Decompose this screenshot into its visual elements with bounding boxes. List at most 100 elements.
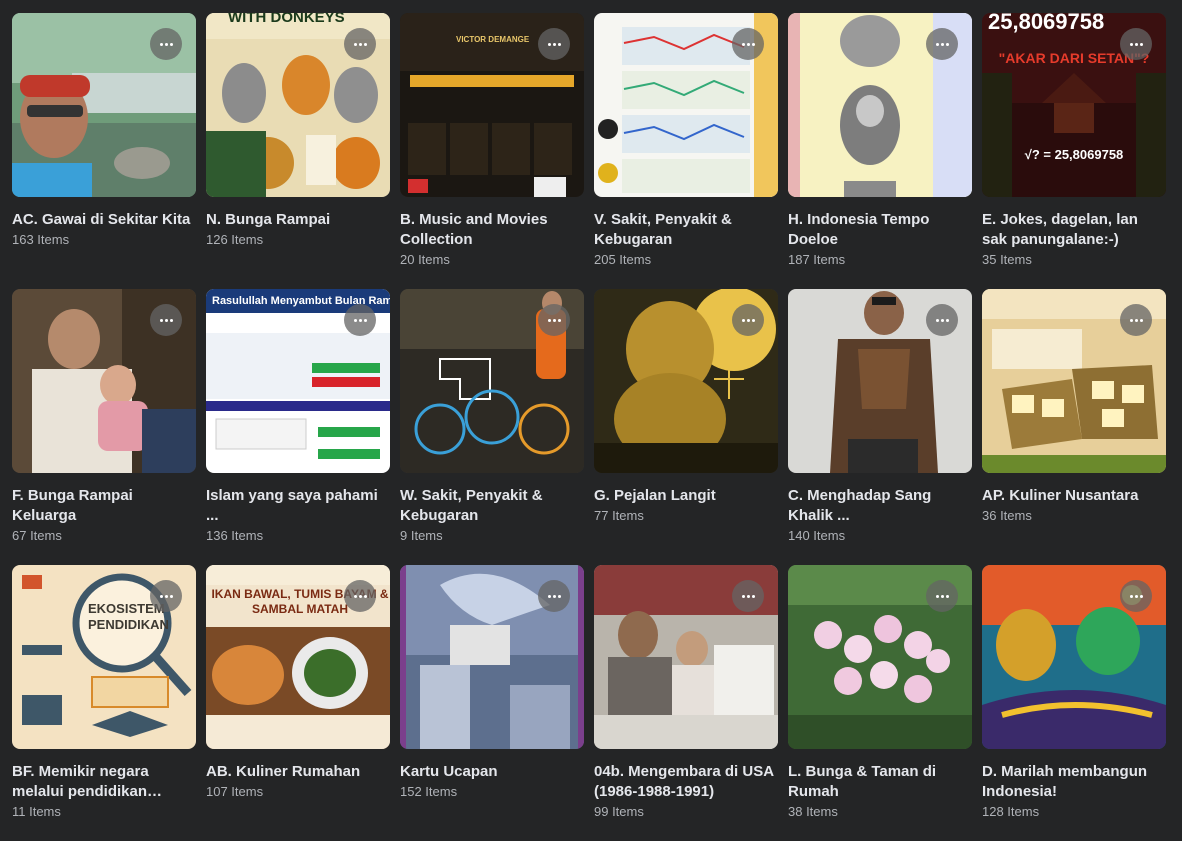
more-horizontal-icon (159, 594, 173, 598)
more-options-button[interactable] (344, 28, 376, 60)
album-item-count: 187 Items (788, 252, 846, 267)
album-title[interactable]: BF. Memikir negara melalui pendidikan na… (12, 762, 196, 802)
album-thumbnail[interactable] (594, 13, 778, 197)
more-options-button[interactable] (926, 580, 958, 612)
album-card[interactable]: AP. Kuliner Nusantara 36 Items (982, 289, 1166, 565)
album-item-count: 205 Items (594, 252, 652, 267)
album-thumbnail[interactable]: IKAN BAWAL, TUMIS BAYAM & SAMBAL MATAH (206, 565, 390, 749)
more-options-button[interactable] (1120, 28, 1152, 60)
album-title[interactable]: E. Jokes, dagelan, lan sak panungalane:-… (982, 210, 1166, 250)
album-card[interactable]: IKAN BAWAL, TUMIS BAYAM & SAMBAL MATAH A… (206, 565, 390, 841)
album-title[interactable]: Islam yang saya pahami ... (206, 486, 390, 526)
more-options-button[interactable] (538, 304, 570, 336)
album-item-count: 136 Items (206, 528, 264, 543)
more-options-button[interactable] (150, 580, 182, 612)
album-title[interactable]: C. Menghadap Sang Khalik ... (788, 486, 972, 526)
album-thumbnail[interactable] (400, 289, 584, 473)
more-options-button[interactable] (926, 28, 958, 60)
svg-text:√? = 25,8069758: √? = 25,8069758 (1025, 147, 1124, 162)
album-thumbnail[interactable] (12, 289, 196, 473)
album-thumbnail[interactable] (982, 565, 1166, 749)
more-horizontal-icon (741, 42, 755, 46)
album-title[interactable]: L. Bunga & Taman di Rumah (788, 762, 972, 802)
more-horizontal-icon (741, 594, 755, 598)
album-card[interactable]: EKOSISTEM PENDIDIKAN BF. Memikir negara … (12, 565, 196, 841)
album-thumbnail[interactable] (788, 13, 972, 197)
album-item-count: 20 Items (400, 252, 450, 267)
album-card[interactable]: Rasulullah Menyambut Bulan Ramadhan Isla… (206, 289, 390, 565)
album-thumbnail[interactable]: VICTOR DEMANGE (400, 13, 584, 197)
album-title[interactable]: F. Bunga Rampai Keluarga (12, 486, 196, 526)
album-thumbnail[interactable] (788, 289, 972, 473)
album-title[interactable]: V. Sakit, Penyakit & Kebugaran (594, 210, 778, 250)
album-item-count: 38 Items (788, 804, 838, 819)
album-title[interactable]: B. Music and Movies Collection (400, 210, 584, 250)
album-card[interactable]: VICTOR DEMANGE B. Music and Movies Colle… (400, 13, 584, 289)
more-options-button[interactable] (732, 304, 764, 336)
more-horizontal-icon (1129, 594, 1143, 598)
album-card[interactable]: L. Bunga & Taman di Rumah 38 Items (788, 565, 972, 841)
more-options-button[interactable] (344, 580, 376, 612)
album-grid: AC. Gawai di Sekitar Kita 163 Items WITH… (12, 13, 1182, 841)
more-horizontal-icon (935, 594, 949, 598)
more-options-button[interactable] (150, 304, 182, 336)
album-title[interactable]: G. Pejalan Langit (594, 486, 778, 506)
album-title[interactable]: AP. Kuliner Nusantara (982, 486, 1166, 506)
album-title[interactable]: 04b. Mengembara di USA (1986-1988-1991) (594, 762, 778, 802)
album-item-count: 67 Items (12, 528, 62, 543)
album-card[interactable]: Kartu Ucapan 152 Items (400, 565, 584, 841)
more-horizontal-icon (741, 318, 755, 322)
more-options-button[interactable] (344, 304, 376, 336)
more-horizontal-icon (159, 42, 173, 46)
album-title[interactable]: AC. Gawai di Sekitar Kita (12, 210, 196, 230)
more-options-button[interactable] (926, 304, 958, 336)
album-thumbnail[interactable] (594, 289, 778, 473)
album-title[interactable]: N. Bunga Rampai (206, 210, 390, 230)
album-thumbnail[interactable] (400, 565, 584, 749)
album-thumbnail[interactable] (982, 289, 1166, 473)
album-card[interactable]: F. Bunga Rampai Keluarga 67 Items (12, 289, 196, 565)
more-horizontal-icon (547, 318, 561, 322)
album-item-count: 99 Items (594, 804, 644, 819)
album-thumbnail[interactable]: Rasulullah Menyambut Bulan Ramadhan (206, 289, 390, 473)
album-thumbnail[interactable]: WITH DONKEYS (206, 13, 390, 197)
album-item-count: 9 Items (400, 528, 443, 543)
album-card[interactable]: W. Sakit, Penyakit & Kebugaran 9 Items (400, 289, 584, 565)
album-item-count: 35 Items (982, 252, 1032, 267)
more-options-button[interactable] (538, 28, 570, 60)
more-options-button[interactable] (732, 580, 764, 612)
album-card[interactable]: H. Indonesia Tempo Doeloe 187 Items (788, 13, 972, 289)
album-title[interactable]: W. Sakit, Penyakit & Kebugaran (400, 486, 584, 526)
more-options-button[interactable] (1120, 304, 1152, 336)
more-horizontal-icon (159, 318, 173, 322)
album-card[interactable]: 04b. Mengembara di USA (1986-1988-1991) … (594, 565, 778, 841)
album-card[interactable]: V. Sakit, Penyakit & Kebugaran 205 Items (594, 13, 778, 289)
more-options-button[interactable] (732, 28, 764, 60)
album-title[interactable]: Kartu Ucapan (400, 762, 584, 782)
album-item-count: 77 Items (594, 508, 644, 523)
album-thumbnail[interactable] (788, 565, 972, 749)
album-item-count: 128 Items (982, 804, 1040, 819)
more-options-button[interactable] (1120, 580, 1152, 612)
album-card[interactable]: D. Marilah membangun Indonesia! 128 Item… (982, 565, 1166, 841)
album-thumbnail[interactable] (594, 565, 778, 749)
album-item-count: 140 Items (788, 528, 846, 543)
more-options-button[interactable] (538, 580, 570, 612)
album-title[interactable]: H. Indonesia Tempo Doeloe (788, 210, 972, 250)
more-horizontal-icon (547, 594, 561, 598)
album-thumbnail[interactable] (12, 13, 196, 197)
album-title[interactable]: D. Marilah membangun Indonesia! (982, 762, 1166, 802)
album-thumbnail[interactable]: EKOSISTEM PENDIDIKAN (12, 565, 196, 749)
more-horizontal-icon (353, 594, 367, 598)
album-card[interactable]: WITH DONKEYS N. Bunga Rampai 126 Items (206, 13, 390, 289)
album-card[interactable]: AC. Gawai di Sekitar Kita 163 Items (12, 13, 196, 289)
album-item-count: 11 Items (12, 804, 61, 819)
album-title[interactable]: AB. Kuliner Rumahan (206, 762, 390, 782)
more-options-button[interactable] (150, 28, 182, 60)
album-card[interactable]: "AKAR DARI SETAN"? √? = 25,8069758 25,80… (982, 13, 1166, 289)
more-horizontal-icon (935, 42, 949, 46)
album-thumbnail[interactable]: "AKAR DARI SETAN"? √? = 25,8069758 25,80… (982, 13, 1166, 197)
album-card[interactable]: C. Menghadap Sang Khalik ... 140 Items (788, 289, 972, 565)
album-card[interactable]: G. Pejalan Langit 77 Items (594, 289, 778, 565)
more-horizontal-icon (353, 318, 367, 322)
